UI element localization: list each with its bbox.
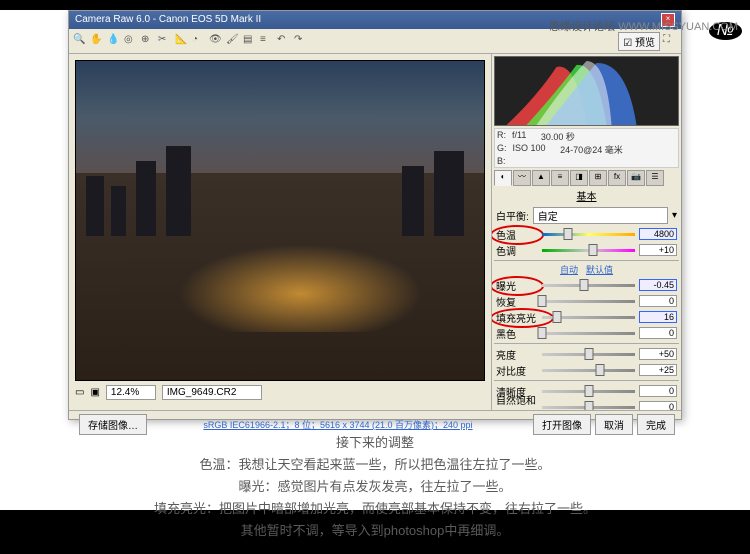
brightness-slider[interactable] [542,353,635,356]
clarity-slider[interactable] [542,390,635,393]
wb-select[interactable]: 自定 [533,207,668,224]
blacks-slider[interactable] [542,332,635,335]
contrast-value[interactable]: +25 [639,364,677,376]
tab-cal[interactable]: 📷 [627,170,645,186]
contrast-slider[interactable] [542,369,635,372]
vibrance-slider[interactable] [542,406,635,409]
window-title: Camera Raw 6.0 - Canon EOS 5D Mark II [75,13,261,27]
done-button[interactable]: 完成 [637,414,675,435]
contrast-label: 对比度 [496,363,538,378]
recovery-label: 恢复 [496,294,538,309]
tab-fx[interactable]: fx [608,170,626,186]
vibrance-label: 自然饱和度 [496,392,538,410]
watermark-url: WWW.MISSYUAN.COM [618,21,738,33]
tab-curve[interactable]: 〰 [513,170,531,186]
hand-icon[interactable]: ✋ [90,34,104,48]
wb-icon[interactable]: 💧 [107,34,121,48]
zoom-out-button[interactable]: ▭ [75,387,84,398]
zoom-in-button[interactable]: ▣ [90,387,99,398]
auto-link[interactable]: 自动 [560,265,578,275]
tab-preset[interactable]: ☰ [646,170,664,186]
tab-basic[interactable]: ◐ [494,170,512,186]
blacks-value[interactable]: 0 [639,327,677,339]
tab-split[interactable]: ◨ [570,170,588,186]
preview-checkbox[interactable]: ☑ 预览 [618,32,660,51]
rotate-r-icon[interactable]: ↷ [294,34,308,48]
wb-dropdown-icon[interactable]: ▾ [672,210,677,221]
fill-value[interactable]: 16 [639,311,677,323]
exif-info: R:f/11 30.00 秒 G:ISO 100 24-70@24 毫米 B: [494,128,679,168]
default-link[interactable]: 默认值 [586,265,613,275]
brightness-value[interactable]: +50 [639,348,677,360]
zoom-select[interactable]: 12.4% [106,385,156,400]
fill-slider[interactable] [542,316,635,319]
watermark-cn: 思缘设计论坛 [549,21,615,33]
temp-slider[interactable] [542,233,635,236]
recovery-slider[interactable] [542,300,635,303]
target-icon[interactable]: ⊕ [141,34,155,48]
tint-label: 色调 [496,243,538,258]
cancel-button[interactable]: 取消 [595,414,633,435]
exposure-label: 曝光 [496,278,538,293]
brightness-label: 亮度 [496,347,538,362]
spot-icon[interactable]: ◔ [192,34,206,48]
redeye-icon[interactable]: 👁 [209,34,223,48]
temp-label: 色温 [496,227,538,242]
rotate-l-icon[interactable]: ↶ [277,34,291,48]
blacks-label: 黑色 [496,326,538,341]
caption: 接下来的调整 色温：我想让天空看起来蓝一些，所以把色温往左拉了一些。 曝光：感觉… [0,420,750,554]
tab-detail[interactable]: ▲ [532,170,550,186]
temp-value[interactable]: 4800 [639,228,677,240]
grad-icon[interactable]: ▤ [243,34,257,48]
exposure-value[interactable]: -0.45 [639,279,677,291]
adjustments-panel: R:f/11 30.00 秒 G:ISO 100 24-70@24 毫米 B: … [491,54,681,410]
image-preview[interactable] [75,60,485,381]
exposure-slider[interactable] [542,284,635,287]
recovery-value[interactable]: 0 [639,295,677,307]
fullscreen-icon[interactable]: ⛶ [663,34,677,48]
clarity-value[interactable]: 0 [639,385,677,397]
fill-label: 填充亮光 [496,310,538,325]
crop-icon[interactable]: ✂ [158,34,172,48]
panel-title: 基本 [494,188,679,203]
straighten-icon[interactable]: 📐 [175,34,189,48]
vibrance-value[interactable]: 0 [639,401,677,410]
sampler-icon[interactable]: ◎ [124,34,138,48]
tint-slider[interactable] [542,249,635,252]
open-button[interactable]: 打开图像 [533,414,591,435]
wb-label: 白平衡: [496,208,529,223]
tint-value[interactable]: +10 [639,244,677,256]
histogram[interactable] [494,56,679,126]
panel-tabs: ◐ 〰 ▲ ≡ ◨ ⊞ fx 📷 ☰ [494,170,679,186]
save-button[interactable]: 存储图像… [79,414,147,435]
workflow-link[interactable]: sRGB IEC61966-2.1；8 位；5616 x 3744 (21.0 … [147,418,529,431]
brush-icon[interactable]: 🖌 [226,34,240,48]
zoom-icon[interactable]: 🔍 [73,34,87,48]
tab-lens[interactable]: ⊞ [589,170,607,186]
filename-label: IMG_9649.CR2 [162,385,262,400]
tab-hsl[interactable]: ≡ [551,170,569,186]
prefs-icon[interactable]: ≡ [260,34,274,48]
camera-raw-window: Camera Raw 6.0 - Canon EOS 5D Mark II × … [68,10,682,420]
